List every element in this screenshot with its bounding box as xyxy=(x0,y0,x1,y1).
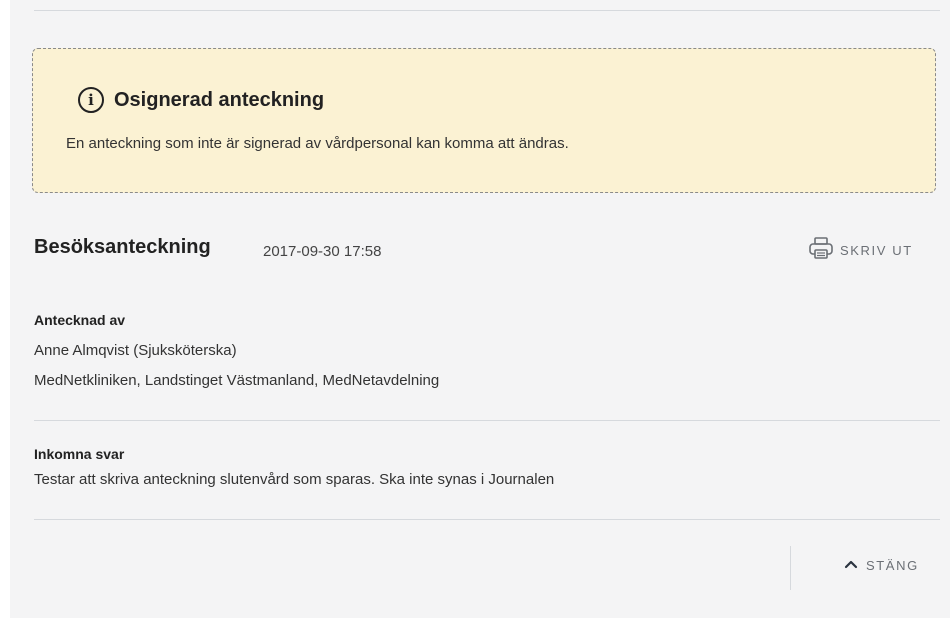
alert-title: Osignerad anteckning xyxy=(114,88,325,111)
note-title: Besöksanteckning xyxy=(34,236,211,258)
printer-icon xyxy=(808,236,834,265)
author-name: Anne Almqvist (Sjuksköterska) xyxy=(34,342,237,359)
print-button[interactable]: SKRIV UT xyxy=(808,236,913,265)
top-divider xyxy=(34,10,940,11)
author-label: Antecknad av xyxy=(34,312,126,328)
alert-header: i Osignerad anteckning xyxy=(78,87,324,113)
section-divider xyxy=(34,420,940,421)
info-icon: i xyxy=(78,87,104,113)
unsigned-note-alert: i Osignerad anteckning En anteckning som… xyxy=(32,48,936,193)
alert-text: En anteckning som inte är signerad av vå… xyxy=(66,135,569,152)
replies-label: Inkomna svar xyxy=(34,446,125,462)
author-unit: MedNetkliniken, Landstinget Västmanland,… xyxy=(34,372,440,389)
close-button[interactable]: STÄNG xyxy=(844,556,919,574)
note-datetime: 2017-09-30 17:58 xyxy=(263,243,382,260)
replies-text: Testar att skriva anteckning slutenvård … xyxy=(34,471,555,488)
close-label: STÄNG xyxy=(866,557,919,573)
chevron-up-icon xyxy=(844,556,858,574)
note-panel: i Osignerad anteckning En anteckning som… xyxy=(10,0,950,618)
section-divider xyxy=(34,519,940,520)
print-label: SKRIV UT xyxy=(840,243,913,258)
footer-separator xyxy=(790,546,791,590)
